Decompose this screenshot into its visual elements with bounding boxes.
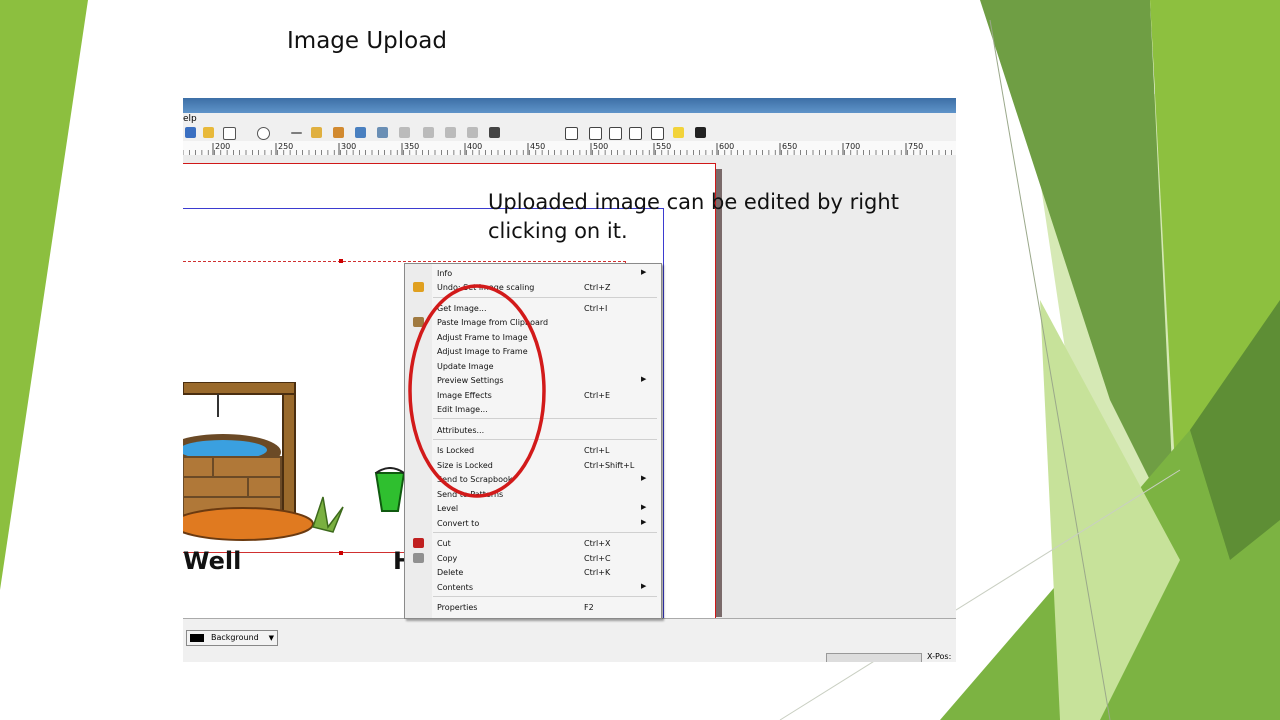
context-menu-item-label: Level [437,504,459,513]
context-menu-item-shortcut: Ctrl+E [584,391,610,400]
context-menu-item[interactable]: Info ▶ [405,266,661,280]
context-menu-item-shortcut: Ctrl+K [584,568,611,577]
context-menu-item-shortcut: Ctrl+I [584,304,608,313]
ruler-tick-label: 450 [530,142,545,151]
ruler-tick-label: 300 [341,142,356,151]
context-menu-item-shortcut: Ctrl+Z [584,283,611,292]
context-menu-item[interactable]: Copy Ctrl+C [405,551,661,565]
ruler-tick-label: 650 [782,142,797,151]
context-menu-item-label: Delete [437,568,464,577]
annotation-ellipse [408,284,546,498]
chevron-down-icon: ▼ [268,634,274,642]
ruler-tick-label: 350 [404,142,419,151]
well-illustration [183,382,344,541]
statusbar: Background ▼ X-Pos: [183,618,956,662]
submenu-arrow-icon: ▶ [641,375,647,383]
pencil-tool-icon[interactable] [333,127,344,138]
ruler-tick-label: 700 [845,142,860,151]
edit-contents-icon[interactable] [399,127,410,138]
rotate-tool-icon[interactable] [355,127,366,138]
frame-handle[interactable] [339,551,343,555]
pdf-checkbox-icon[interactable] [609,127,622,140]
table-tool-icon[interactable] [203,127,214,138]
pdf-combobox-icon[interactable] [629,127,642,140]
context-menu-item-label: Copy [437,554,458,563]
menu-help[interactable]: elp [183,113,197,125]
shape-tool-icon[interactable] [223,127,236,140]
context-menu-item[interactable]: Convert to ▶ [405,516,661,530]
unlink-tool-icon[interactable] [445,127,456,138]
ruler-tick-label: 250 [278,142,293,151]
context-menu-item-label: Contents [437,583,473,592]
pdf-textfield-icon[interactable] [589,127,602,140]
window-titlebar [183,98,956,113]
context-menu-item[interactable]: Level ▶ [405,501,661,515]
zoom-tool-icon[interactable] [377,127,388,138]
ruler-tick-label: 500 [593,142,608,151]
measure-tool-icon[interactable] [467,127,478,138]
menu-separator [433,596,657,597]
submenu-arrow-icon: ▶ [641,503,647,511]
context-menu-item[interactable]: Properties F2 [405,600,661,614]
context-menu-item[interactable]: Cut Ctrl+X [405,536,661,550]
layer-name: Background [211,633,259,642]
menu-separator [433,532,657,533]
context-menu-item-label: Properties [437,603,478,612]
context-menu-item-shortcut: Ctrl+Shift+L [584,461,635,470]
well-caption: Well [183,547,242,575]
copy-icon [413,553,424,563]
ruler-tick-label: 200 [215,142,230,151]
context-menu-item-label: Cut [437,539,451,548]
eyedropper-tool-icon[interactable] [489,127,500,138]
callout-text: Uploaded image can be edited by right cl… [488,190,899,243]
layer-color-swatch [190,634,204,642]
ruler-ticks: 200 250 300 350 400 450 500 550 600 650 700 750 [183,142,952,155]
context-menu-item[interactable]: Contents ▶ [405,580,661,594]
layer-select[interactable]: Background ▼ [186,630,278,646]
submenu-arrow-icon: ▶ [641,582,647,590]
context-menu-item-shortcut: Ctrl+X [584,539,611,548]
submenu-arrow-icon: ▶ [641,518,647,526]
context-menu-item-label: Info [437,269,453,278]
ruler-tick-label: 550 [656,142,671,151]
xpos-label: X-Pos: [927,652,952,661]
frame-handle[interactable] [339,259,343,263]
line-tool-icon[interactable] [291,132,302,134]
pdf-listbox-icon[interactable] [651,127,664,140]
context-menu-item-label: Convert to [437,519,480,528]
ruler-tick-label: 600 [719,142,734,151]
annotation-icon[interactable] [673,127,684,138]
link-annotation-icon[interactable] [695,127,706,138]
left-green-shape [0,0,88,590]
horizontal-ruler[interactable]: 200 250 300 350 400 450 500 550 600 650 700 750 [183,141,956,156]
scissors-icon [413,538,424,548]
context-menu-item[interactable]: Delete Ctrl+K [405,565,661,579]
submenu-arrow-icon: ▶ [641,268,647,276]
context-menu-item-shortcut: Ctrl+C [584,554,611,563]
link-tool-icon[interactable] [423,127,434,138]
slide-title: Image Upload [287,28,447,54]
polygon-tool-icon[interactable] [257,127,270,140]
toolbar [183,125,956,141]
menubar: elp [183,113,956,125]
pointer-tool-icon[interactable] [185,127,196,138]
context-menu-item-shortcut: F2 [584,603,594,612]
bezier-tool-icon[interactable] [311,127,322,138]
xpos-field[interactable] [826,653,922,662]
submenu-arrow-icon: ▶ [641,474,647,482]
bucket-illustration [374,467,406,512]
context-menu-item-shortcut: Ctrl+L [584,446,610,455]
ruler-tick-label: 750 [908,142,923,151]
ruler-tick-label: 400 [467,142,482,151]
pdf-button-icon[interactable] [565,127,578,140]
